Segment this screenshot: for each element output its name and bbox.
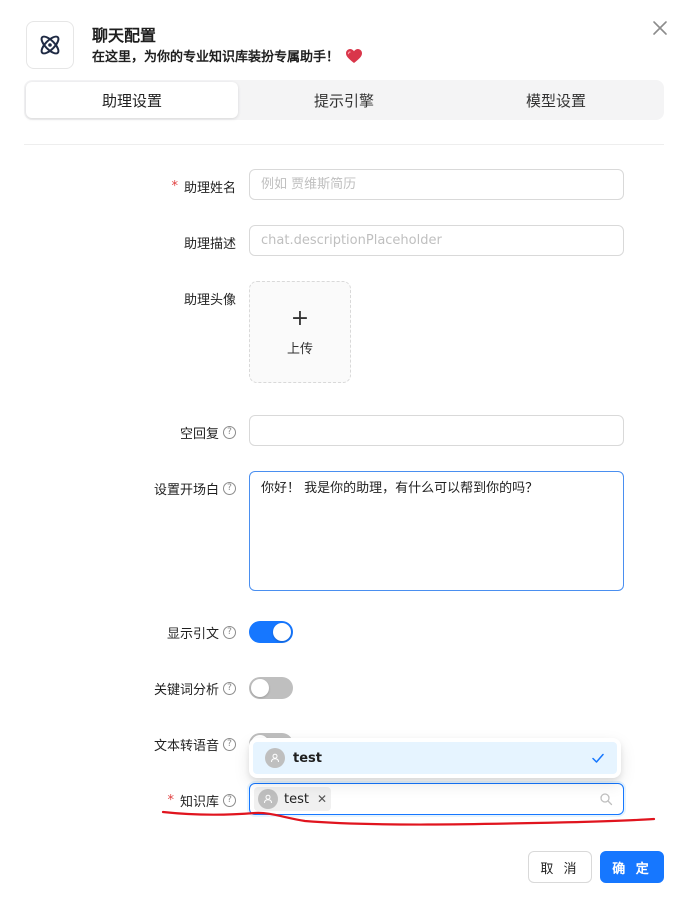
plus-icon: + (290, 305, 310, 331)
empty-reply-label-text: 空回复 (179, 427, 219, 442)
header-logo (26, 21, 74, 69)
header-divider (24, 144, 664, 145)
required-mark: * (171, 179, 178, 194)
subtitle-text: 在这里，为你的专业知识库装扮专属助手！ (92, 50, 340, 65)
kb-avatar-icon (258, 789, 278, 809)
assistant-name-input[interactable] (249, 169, 624, 200)
show-quote-label-text: 显示引文 (166, 627, 219, 642)
selected-kb-tag: test ✕ (254, 787, 332, 811)
show-quote-label: 显示引文 ? (167, 623, 236, 642)
close-icon (653, 21, 667, 35)
knowledge-base-select[interactable]: test ✕ (249, 783, 624, 815)
help-icon[interactable]: ? (223, 794, 236, 807)
name-label: * 助理姓名 (171, 177, 236, 196)
toggle-knob (251, 679, 269, 697)
tab-bar: 助理设置 提示引擎 模型设置 (24, 80, 664, 120)
selected-kb-tag-label: test (284, 791, 309, 807)
toggle-knob (273, 623, 291, 641)
chat-config-modal: 聊天配置 在这里，为你的专业知识库装扮专属助手！ 助理设置 提示引擎 模型设置 … (0, 0, 688, 903)
help-icon[interactable]: ? (223, 682, 236, 695)
confirm-button[interactable]: 确 定 (600, 851, 664, 883)
show-quote-toggle[interactable] (249, 621, 293, 643)
cancel-button[interactable]: 取 消 (528, 851, 592, 883)
opener-label: 设置开场白 ? (154, 479, 236, 498)
heart-icon (346, 48, 363, 63)
kb-avatar-icon (265, 748, 285, 768)
empty-reply-input[interactable] (249, 415, 624, 446)
close-button[interactable] (650, 18, 670, 38)
knowledge-base-label: * 知识库 ? (167, 791, 236, 810)
modal-subtitle: 在这里，为你的专业知识库装扮专属助手！ (92, 46, 363, 65)
help-icon[interactable]: ? (223, 426, 236, 439)
empty-reply-label: 空回复 ? (180, 423, 236, 442)
search-icon (600, 793, 613, 806)
keyword-analysis-label: 关键词分析 ? (154, 679, 236, 698)
name-label-text: 助理姓名 (183, 181, 236, 196)
tab-assistant-settings[interactable]: 助理设置 (26, 82, 238, 118)
opener-label-text: 设置开场白 (153, 483, 219, 498)
help-icon[interactable]: ? (223, 738, 236, 751)
atom-icon (40, 35, 60, 55)
dropdown-option-label: test (293, 750, 322, 766)
knowledge-base-label-text: 知识库 (179, 795, 219, 810)
keyword-analysis-label-text: 关键词分析 (153, 683, 219, 698)
upload-label: 上传 (286, 341, 313, 357)
avatar-upload[interactable]: + 上传 (249, 281, 351, 383)
help-icon[interactable]: ? (223, 482, 236, 495)
tab-prompt-engine[interactable]: 提示引擎 (238, 82, 450, 118)
modal-title: 聊天配置 (92, 26, 157, 45)
user-icon (271, 753, 279, 763)
knowledge-base-dropdown: test (249, 738, 621, 778)
required-mark: * (167, 793, 174, 808)
avatar-label-text: 助理头像 (183, 293, 236, 308)
help-icon[interactable]: ? (223, 626, 236, 639)
dropdown-option-test[interactable]: test (253, 742, 617, 774)
tts-label: 文本转语音 ? (154, 735, 236, 754)
assistant-description-input[interactable] (249, 225, 624, 256)
description-label: 助理描述 (184, 233, 236, 252)
keyword-analysis-toggle[interactable] (249, 677, 293, 699)
tag-close-icon[interactable]: ✕ (317, 793, 327, 805)
opener-textarea[interactable]: 你好！ 我是你的助理，有什么可以帮到你的吗？ (249, 471, 624, 591)
user-icon (264, 794, 272, 804)
tab-model-settings[interactable]: 模型设置 (450, 82, 662, 118)
check-icon (592, 753, 604, 763)
tts-label-text: 文本转语音 (153, 739, 219, 754)
description-label-text: 助理描述 (183, 237, 236, 252)
avatar-label: 助理头像 (184, 289, 236, 308)
